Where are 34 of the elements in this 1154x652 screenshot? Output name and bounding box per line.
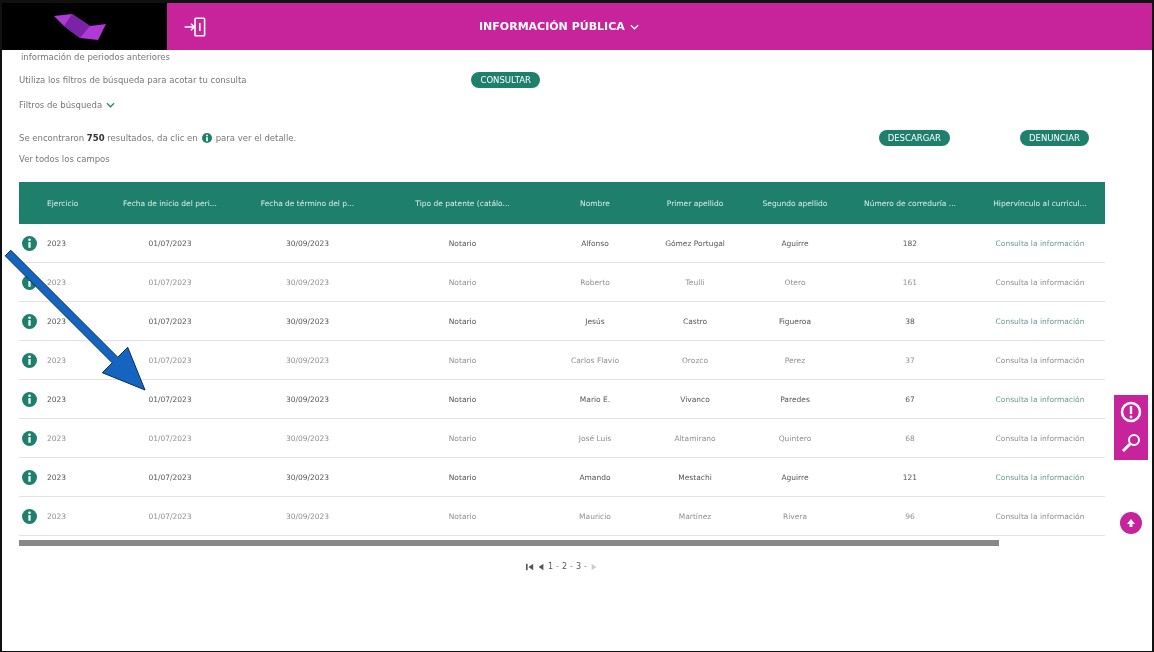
page-separator: - xyxy=(570,562,573,571)
results-text-end: para ver el detalle. xyxy=(215,133,297,143)
public-info-menu[interactable]: INFORMACIÓN PÚBLICA xyxy=(477,18,641,35)
first-page-icon[interactable] xyxy=(526,562,534,571)
info-icon[interactable] xyxy=(22,469,37,485)
info-icon[interactable] xyxy=(22,235,37,251)
info-icon[interactable] xyxy=(22,508,37,524)
report-button[interactable]: DENUNCIAR xyxy=(1019,130,1089,146)
page-link[interactable]: 3 xyxy=(576,562,582,571)
info-icon[interactable] xyxy=(22,430,37,446)
info-icon[interactable] xyxy=(22,352,37,368)
download-button[interactable]: DESCARGAR xyxy=(878,130,950,146)
page-link[interactable]: 2 xyxy=(562,562,568,571)
info-icon[interactable] xyxy=(22,313,37,329)
scroll-top-button[interactable] xyxy=(1120,512,1142,534)
scrollbar-thumb[interactable] xyxy=(19,540,999,546)
tools-button[interactable] xyxy=(1114,426,1148,460)
page-link[interactable]: 1 xyxy=(548,562,554,571)
filters-toggle[interactable]: Filtros de búsqueda xyxy=(19,100,116,110)
page-separator: - xyxy=(584,562,587,571)
consult-button[interactable]: CONSULTAR xyxy=(471,72,540,88)
page-separator: - xyxy=(556,562,559,571)
caret-icon xyxy=(629,23,639,30)
up-arrow-icon xyxy=(1126,518,1136,528)
chevron-icon xyxy=(106,102,116,108)
results-text: Se encontraron 750 resultados, da clic en xyxy=(19,133,198,143)
info-icon[interactable] xyxy=(22,391,37,407)
alert-button[interactable] xyxy=(1114,395,1148,429)
alert-icon xyxy=(1119,400,1143,424)
all-fields-link[interactable]: Ver todos los campos xyxy=(19,154,1152,164)
filter-hint: Utiliza los filtros de búsqueda para acotar tu consulta xyxy=(19,75,247,85)
intro-text: información de periodos anteriores xyxy=(21,52,171,62)
previous-page-icon[interactable] xyxy=(537,562,545,571)
info-icon xyxy=(201,133,212,143)
